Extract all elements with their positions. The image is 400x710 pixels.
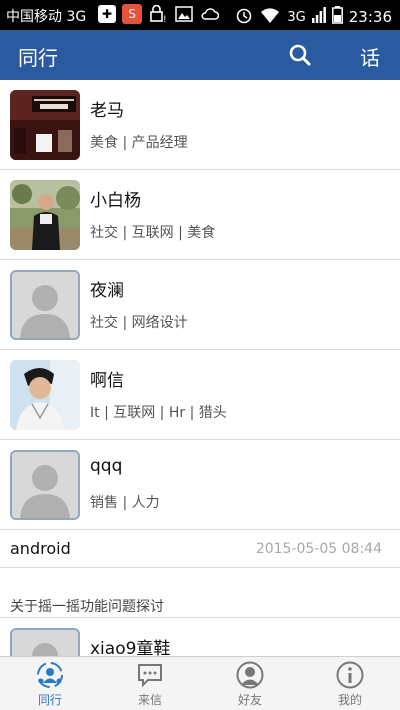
network-label: 3G — [287, 9, 306, 25]
avatar — [10, 180, 80, 250]
list-item[interactable]: 老马 美食 | 产品经理 — [0, 80, 400, 170]
tab-mine[interactable]: 我的 — [300, 657, 400, 710]
tab-label: 来信 — [137, 693, 162, 707]
contact-tags: 销售 | 人力 — [90, 495, 160, 511]
bottom-tab-bar: 同行 来信 好友 我的 — [0, 656, 400, 710]
alarm-icon — [235, 6, 253, 28]
post-item[interactable]: android 2015-05-05 08:44 — [0, 530, 400, 568]
wifi-icon — [259, 6, 281, 28]
message-icon — [136, 661, 164, 689]
tab-label: 我的 — [337, 693, 362, 707]
contact-tags: 社交 | 互联网 | 美食 — [90, 225, 216, 241]
lock-warning-icon: ! — [148, 4, 168, 24]
sogou-icon: S — [122, 4, 142, 24]
clock: 23:36 — [348, 8, 392, 26]
usb-icon: ✚ — [98, 5, 116, 23]
svg-text:!: ! — [163, 15, 167, 23]
post-date: 2015-05-05 08:44 — [255, 541, 382, 557]
avatar — [10, 628, 80, 656]
app-header: 同行 话 — [0, 30, 400, 80]
contact-tags: 美食 | 产品经理 — [90, 135, 188, 151]
image-icon — [174, 4, 194, 24]
notification-icons: ✚ S ! — [98, 4, 220, 24]
list-item[interactable]: 小白杨 社交 | 互联网 | 美食 — [0, 170, 400, 260]
info-icon — [336, 661, 364, 689]
contact-name: 啊信 — [90, 371, 124, 391]
avatar — [10, 450, 80, 520]
contact-name: qqq — [90, 456, 123, 476]
tab-friends[interactable]: 好友 — [200, 657, 300, 710]
contact-name: xiao9童鞋 — [90, 639, 171, 656]
contact-name: 小白杨 — [90, 191, 141, 211]
tab-label: 同行 — [37, 693, 62, 707]
contact-list[interactable]: 老马 美食 | 产品经理 小白杨 社交 | 互联网 | 美食 夜澜 社交 | 网… — [0, 80, 400, 656]
contact-name: 老马 — [90, 101, 124, 121]
avatar — [10, 270, 80, 340]
signal-icon — [311, 7, 326, 27]
tab-label: 好友 — [237, 693, 262, 707]
contact-name: 夜澜 — [90, 281, 124, 301]
sync-icon — [200, 4, 220, 24]
talk-button[interactable]: 话 — [360, 42, 380, 71]
contact-tags: It | 互联网 | Hr | 猎头 — [90, 405, 227, 421]
post-title: android — [10, 539, 71, 558]
status-bar: 中国移动 3G ✚ S ! 3G 23:36 — [0, 0, 400, 30]
list-item[interactable]: 夜澜 社交 | 网络设计 — [0, 260, 400, 350]
contact-tags: 社交 | 网络设计 — [90, 315, 188, 331]
system-indicators: 3G 23:36 — [235, 6, 392, 28]
avatar — [10, 90, 80, 160]
list-item[interactable]: 啊信 It | 互联网 | Hr | 猎头 — [0, 350, 400, 440]
search-icon[interactable] — [288, 43, 312, 67]
section-header: 关于摇一摇功能问题探讨 — [0, 568, 400, 618]
tab-colleagues[interactable]: 同行 — [0, 657, 100, 710]
tab-messages[interactable]: 来信 — [100, 657, 200, 710]
colleagues-icon — [36, 661, 64, 689]
list-item[interactable]: xiao9童鞋 — [0, 618, 400, 656]
carrier-label: 中国移动 3G — [6, 9, 87, 25]
list-item[interactable]: qqq 销售 | 人力 — [0, 440, 400, 530]
friends-icon — [236, 661, 264, 689]
page-title: 同行 — [18, 46, 58, 70]
avatar — [10, 360, 80, 430]
battery-icon — [331, 6, 343, 28]
